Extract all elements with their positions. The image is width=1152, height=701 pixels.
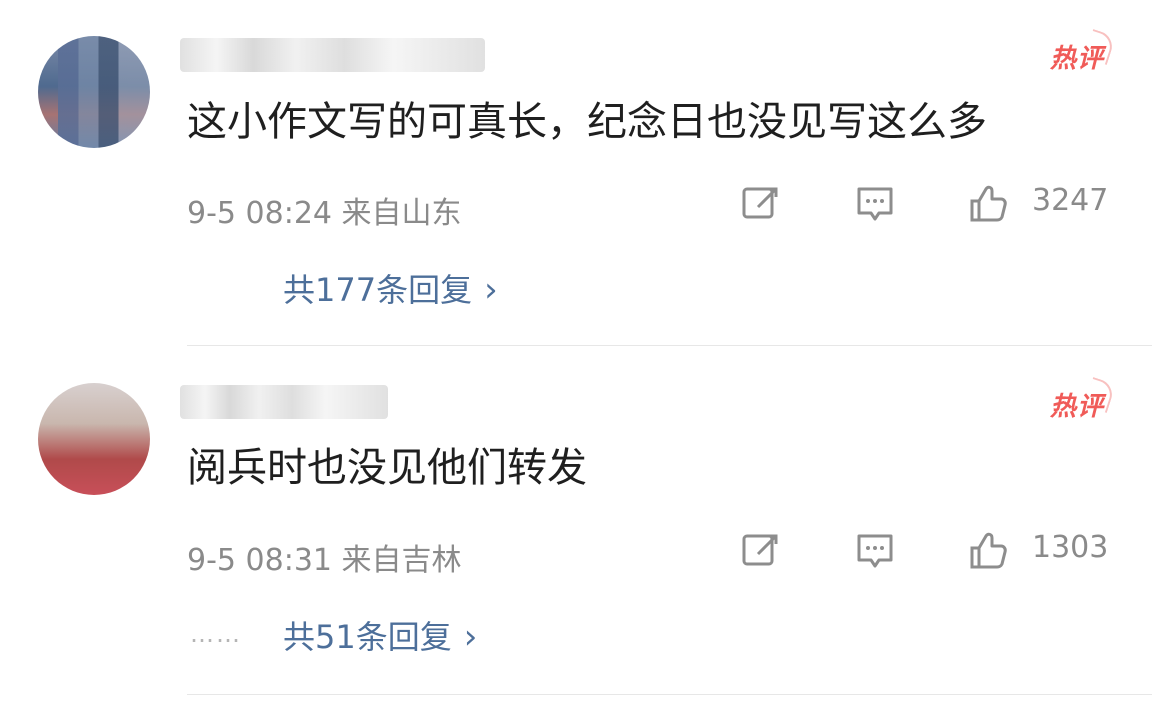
blurred-username[interactable] bbox=[180, 385, 388, 419]
like-icon[interactable] bbox=[966, 183, 1008, 225]
hot-comment-badge: 热评 bbox=[1050, 386, 1104, 423]
comment-meta: 9-5 08:31 来自吉林 bbox=[187, 543, 462, 578]
replies-label: 共51条回复 bbox=[283, 618, 452, 656]
chevron-right-icon: › bbox=[484, 270, 498, 310]
like-icon[interactable] bbox=[966, 530, 1008, 572]
share-icon[interactable] bbox=[740, 530, 782, 572]
comment-text[interactable]: 阅兵时也没见他们转发 bbox=[187, 446, 587, 490]
user-avatar[interactable] bbox=[38, 36, 150, 148]
comment-actions: 1303 bbox=[740, 530, 1120, 578]
comment-meta: 9-5 08:24 来自山东 bbox=[187, 196, 462, 231]
comment-icon[interactable] bbox=[854, 530, 896, 572]
like-count: 3247 bbox=[1032, 183, 1109, 218]
replies-label: 共177条回复 bbox=[283, 271, 473, 309]
like-count: 1303 bbox=[1032, 530, 1109, 565]
chevron-right-icon: › bbox=[463, 617, 478, 657]
comment-icon[interactable] bbox=[854, 183, 896, 225]
comment-divider bbox=[187, 694, 1152, 695]
comment-actions: 3247 bbox=[740, 183, 1120, 231]
comment-text[interactable]: 这小作文写的可真长，纪念日也没见写这么多 bbox=[187, 100, 987, 144]
blurred-username[interactable] bbox=[180, 38, 485, 72]
view-replies-link[interactable]: 共177条回复 › bbox=[283, 265, 498, 311]
share-icon[interactable] bbox=[740, 183, 782, 225]
comment-divider bbox=[187, 345, 1152, 346]
view-replies-link[interactable]: 共51条回复 › bbox=[283, 612, 477, 658]
hot-comment-badge: 热评 bbox=[1050, 38, 1104, 75]
user-avatar[interactable] bbox=[38, 383, 150, 495]
reply-dots: …… bbox=[190, 620, 242, 648]
